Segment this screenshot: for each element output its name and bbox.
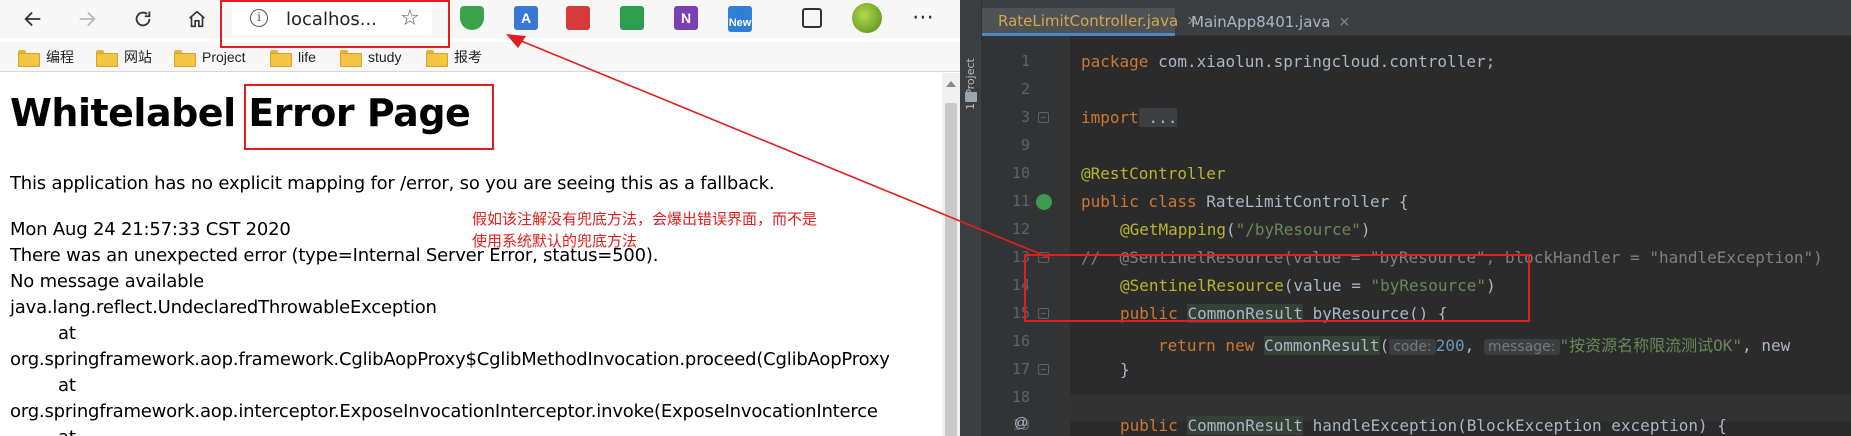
stack-trace-line: java.lang.reflect.UndeclaredThrowableExc… [10,297,437,318]
folder-icon [96,49,118,67]
code-line-1: package com.xiaolun.springcloud.controll… [1081,52,1496,71]
project-tool-label: 1: Project [964,58,977,110]
red-extension-icon[interactable] [566,6,590,30]
shield-extension-icon[interactable] [460,6,484,30]
editor-tabs: RateLimitController.java × MainApp8401.j… [982,8,1851,36]
code-line-11: public class RateLimitController { [1081,192,1409,211]
home-icon [189,10,205,28]
error-timestamp: Mon Aug 24 21:57:33 CST 2020 [10,219,291,240]
line-number: 14 [1011,276,1030,294]
code-line-3: import ... [1081,108,1178,127]
line-number: 17 [1011,360,1030,378]
browser-toolbar: i localhos... ☆ A N New ⋯ [0,0,960,38]
scroll-up-arrow-icon[interactable] [946,81,956,87]
code-line-19: public CommonResult handleException(Bloc… [1120,416,1727,435]
bookmark-folder[interactable]: 网站 [96,47,152,67]
green-extension-icon[interactable] [620,6,644,30]
line-number-gutter: 1 2 3 9 10 11 12 13 14 15 16 17 18 19 @ [982,36,1070,436]
bookmark-label: life [298,49,316,65]
collections-icon[interactable] [802,8,822,28]
title-highlight-box [244,84,494,150]
stack-trace-line: org.springframework.aop.framework.CglibA… [10,349,890,370]
bookmark-label: Project [202,49,246,65]
address-highlight-box [220,0,450,48]
refresh-button[interactable] [128,4,158,34]
bookmark-folder[interactable]: 编程 [18,47,74,67]
param-hint: message: [1483,339,1560,355]
code-line-12: @GetMapping("/byResource") [1120,220,1371,239]
line-number: 13 [1011,248,1030,266]
bookmark-folder[interactable]: life [270,47,316,67]
new-extension-icon[interactable]: New [728,6,752,32]
error-message: This application has no explicit mapping… [10,173,775,194]
close-tab-icon[interactable]: × [1338,14,1350,30]
line-number: 1 [1020,52,1030,70]
code-line-17: } [1120,360,1130,379]
error-detail: No message available [10,271,205,292]
bookmark-label: 网站 [124,49,152,65]
scroll-thumb[interactable] [945,103,957,436]
line-number: 3 [1020,108,1030,126]
stack-trace-at: at [58,375,76,396]
annotation-line: 假如该注解没有兜底方法，会爆出错误界面，而不是 [472,210,818,228]
tab-label: MainApp8401.java [1191,13,1331,31]
profile-avatar[interactable] [852,3,882,33]
refresh-icon [135,11,151,27]
line-number: 16 [1011,332,1030,350]
fold-toggle-icon[interactable] [1038,364,1049,375]
bookmark-folder[interactable]: 报考 [426,47,482,67]
forward-arrow-icon [79,11,96,27]
annotation-note: 假如该注解没有兜底方法，会爆出错误界面，而不是 使用系统默认的兜底方法 [472,208,872,252]
ide-toolbar [960,0,1851,8]
line-number: 12 [1011,220,1030,238]
fold-toggle-icon[interactable] [1038,112,1049,123]
code-line-16: return new CommonResult(code: 200, messag… [1158,336,1791,355]
tool-window-strip: 1: Project [960,0,982,436]
folder-icon [270,49,292,67]
code-highlight-box [1024,254,1530,322]
new-extension-label: New [728,17,752,29]
forward-button[interactable] [72,4,102,34]
back-arrow-icon [24,11,41,27]
bookmark-label: study [368,49,402,65]
bookmarks-bar: 编程 网站 Project life study 报考 [0,42,960,72]
folder-icon [174,49,196,67]
stack-trace-line: org.springframework.aop.interceptor.Expo… [10,401,878,422]
bookmark-label: 报考 [454,49,482,65]
tab-mainapp8401[interactable]: MainApp8401.java × [1175,8,1350,36]
bookmark-folder[interactable]: study [340,47,401,67]
ide-window: 1: Project RateLimitController.java × Ma… [960,0,1851,436]
folder-icon [426,49,448,67]
more-menu-icon[interactable]: ⋯ [912,4,936,30]
code-editor[interactable]: package com.xiaolun.springcloud.controll… [1070,36,1851,436]
folder-icon [18,49,40,67]
stack-trace-at: at [58,323,76,344]
translate-extension-icon[interactable]: A [514,6,538,30]
line-number: 10 [1011,164,1030,182]
line-number: 11 [1011,192,1030,210]
tab-ratelimitcontroller[interactable]: RateLimitController.java × [982,8,1198,36]
line-number: 2 [1020,80,1030,98]
code-line-10: @RestController [1081,164,1226,183]
line-number: 18 [1011,388,1030,406]
onenote-extension-icon[interactable]: N [674,6,698,30]
page-scrollbar[interactable] [942,73,960,436]
tab-label: RateLimitController.java [998,11,1179,30]
project-folder-icon [965,92,977,102]
param-hint: code: [1389,339,1436,355]
home-button[interactable] [182,4,212,34]
spring-bean-icon[interactable] [1036,194,1052,210]
line-number: 15 [1011,304,1030,322]
back-button[interactable] [18,4,48,34]
annotation-marker-icon: @ [1014,414,1029,430]
bookmark-folder[interactable]: Project [174,47,246,67]
stack-trace-at: at [58,427,76,436]
bookmark-label: 编程 [46,49,74,65]
folder-icon [340,49,362,67]
line-number: 9 [1020,136,1030,154]
annotation-line: 使用系统默认的兜底方法 [472,232,638,250]
